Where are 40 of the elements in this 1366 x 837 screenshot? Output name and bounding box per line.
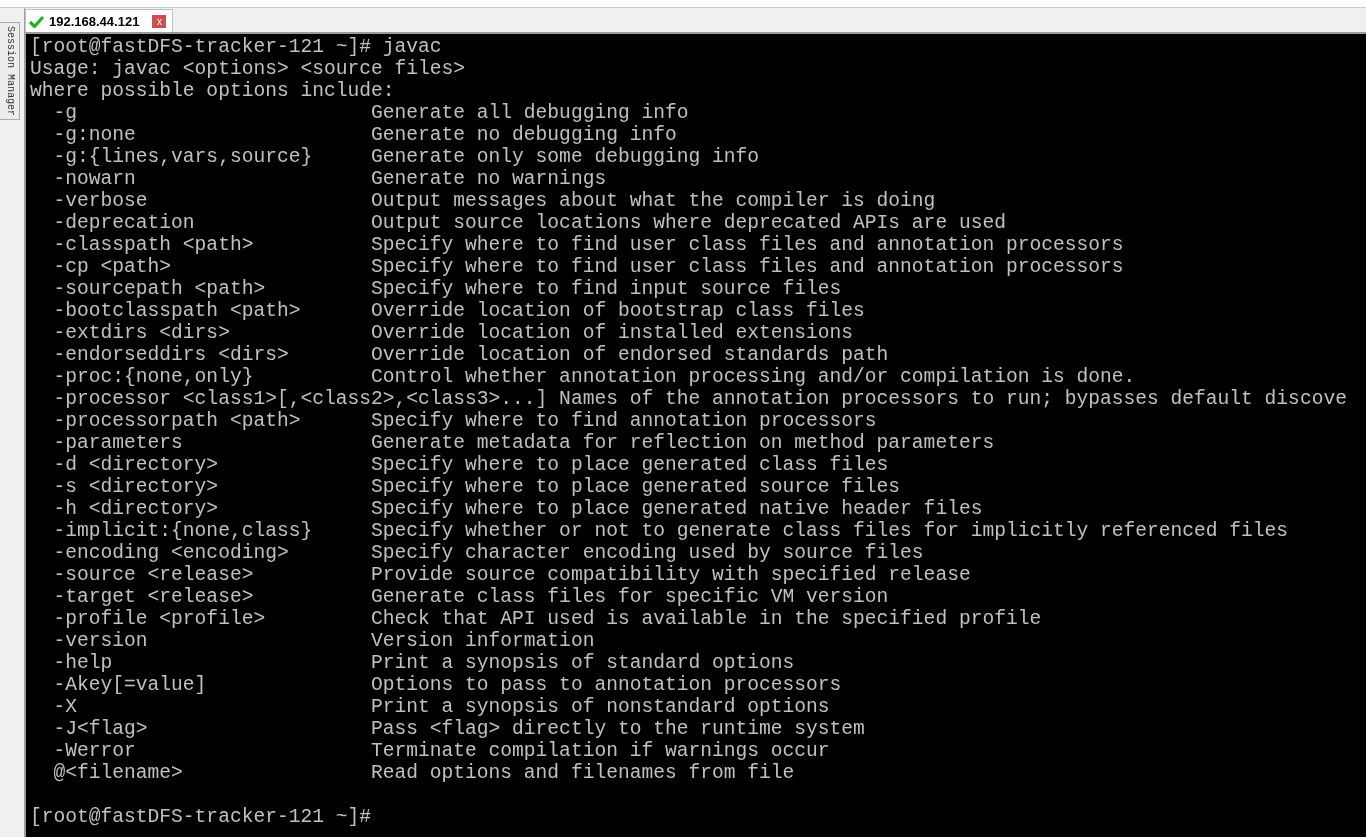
terminal-line: -processorpath <path> Specify where to find annotation processors xyxy=(52,410,877,432)
close-button[interactable]: x xyxy=(152,14,167,28)
terminal-line: -encoding <encoding> Specify character encoding used by source files xyxy=(52,542,924,564)
session-tab[interactable]: 192.168.44.121 x xyxy=(25,9,174,32)
terminal-line: -g:none Generate no debugging info xyxy=(52,124,677,146)
terminal-line: -sourcepath <path> Specify where to find input source files xyxy=(52,278,842,300)
terminal-line: -target <release> Generate class files for specific VM version xyxy=(52,586,889,608)
terminal-line: -endorseddirs <dirs> Override location of endorsed standards path xyxy=(52,344,889,366)
terminal-line: where possible options include: xyxy=(30,80,395,102)
terminal-line: -source <release> Provide source compatibility with specified release xyxy=(52,564,971,586)
terminal-line: -d <directory> Specify where to place generated class files xyxy=(52,454,889,476)
check-icon xyxy=(29,14,44,28)
terminal-line: -parameters Generate metadata for reflection on method parameters xyxy=(52,432,995,454)
terminal-line: [root@fastDFS-tracker-121 ~]# javac xyxy=(30,36,442,58)
terminal-line: -Akey[=value] Options to pass to annotation processors xyxy=(52,674,842,696)
terminal-line: -profile <profile> Check that API used is available in the specified profile xyxy=(52,608,1042,630)
terminal-line: @<filename> Read options and filenames from file xyxy=(52,762,795,784)
terminal-line: -g Generate all debugging info xyxy=(52,102,689,124)
terminal-line: -J<flag> Pass <flag> directly to the runtime system xyxy=(52,718,865,740)
terminal-line: -g:{lines,vars,source} Generate only some debugging info xyxy=(52,146,759,168)
terminal-line: -deprecation Output source locations where deprecated APIs are used xyxy=(52,212,1006,234)
terminal-line: -h <directory> Specify where to place generated native header files xyxy=(52,498,983,520)
terminal-prompt: [root@fastDFS-tracker-121 ~]# xyxy=(30,806,371,828)
terminal-line: -X Print a synopsis of nonstandard options xyxy=(52,696,830,718)
terminal-line: -classpath <path> Specify where to find user class files and annotation processors xyxy=(52,234,1124,256)
terminal-line: -implicit:{none,class} Specify whether or not to generate class files for implicitly referenced files xyxy=(52,520,1289,542)
terminal-line: -version Version information xyxy=(52,630,595,652)
terminal-line: -Werror Terminate compilation if warnings occur xyxy=(52,740,830,762)
tab-label: 192.168.44.121 xyxy=(49,13,140,29)
terminal-line: -cp <path> Specify where to find user class files and annotation processors xyxy=(52,256,1124,278)
terminal-line: -nowarn Generate no warnings xyxy=(52,168,607,190)
terminal-line: -verbose Output messages about what the compiler is doing xyxy=(52,190,936,212)
terminal-line: -extdirs <dirs> Override location of installed extensions xyxy=(52,322,854,344)
terminal-line: -bootclasspath <path> Override location of bootstrap class files xyxy=(52,300,865,322)
terminal-line: -s <directory> Specify where to place generated source files xyxy=(52,476,901,498)
terminal-line: -help Print a synopsis of standard options xyxy=(52,652,795,674)
session-manager-tab[interactable]: Session Manager xyxy=(0,22,20,120)
terminal-line: Usage: javac <options> <source files> xyxy=(30,58,466,80)
terminal-line: -proc:{none,only} Control whether annotation processing and/or compilation is done. xyxy=(52,366,1136,388)
terminal-line: -processor <class1>[,<class2>,<class3>...] Names of the annotation processors to run; bypasses default discove xyxy=(52,388,1347,410)
